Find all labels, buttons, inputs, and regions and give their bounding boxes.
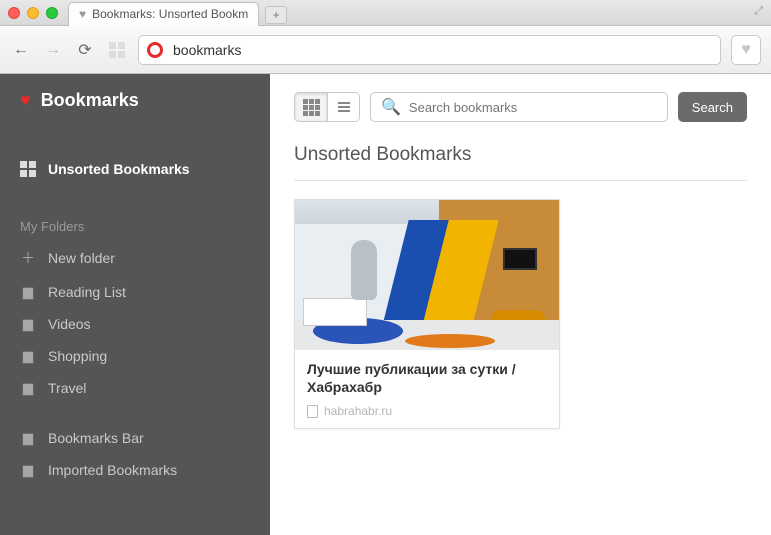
folder-icon: ▆: [20, 430, 36, 446]
folder-icon: ▆: [20, 348, 36, 364]
folder-icon: ▆: [20, 284, 36, 300]
page-title-text: Bookmarks: [41, 90, 139, 111]
grid-view-button[interactable]: [295, 93, 327, 121]
list-view-button[interactable]: [327, 93, 359, 121]
search-icon: 🔍: [381, 97, 401, 117]
bookmark-url: habrahabr.ru: [307, 404, 547, 418]
folder-icon: ▆: [20, 462, 36, 478]
sidebar-item-label: Shopping: [48, 348, 107, 364]
main-header: 🔍 Search: [294, 92, 747, 122]
opera-icon: [147, 42, 163, 58]
divider: [294, 180, 747, 181]
sidebar-item-label: Travel: [48, 380, 86, 396]
grid-icon: [109, 42, 125, 58]
folder-icon: ▆: [20, 380, 36, 396]
view-toggle: [294, 92, 360, 122]
bookmark-domain: habrahabr.ru: [324, 404, 392, 418]
sidebar-item-label: Unsorted Bookmarks: [48, 161, 190, 177]
tab-title: Bookmarks: Unsorted Bookm: [92, 7, 248, 21]
sidebar-item-label: New folder: [48, 250, 115, 266]
close-window-button[interactable]: [8, 7, 20, 19]
main-panel: 🔍 Search Unsorted Bookmarks: [270, 74, 771, 535]
content-heading: Unsorted Bookmarks: [294, 144, 747, 166]
list-icon: [338, 102, 350, 112]
sidebar-item-label: Videos: [48, 316, 91, 332]
bookmark-card[interactable]: Лучшие публикации за сутки / Хабрахабр h…: [294, 199, 560, 429]
sidebar-item-new-folder[interactable]: ＋ New folder: [0, 240, 270, 276]
sidebar-item-imported[interactable]: ▆ Imported Bookmarks: [0, 454, 270, 486]
search-field[interactable]: 🔍: [370, 92, 668, 122]
sidebar-item-folder[interactable]: ▆ Shopping: [0, 340, 270, 372]
new-tab-button[interactable]: +: [265, 6, 287, 24]
window-controls: [8, 7, 58, 19]
search-input[interactable]: [409, 100, 657, 115]
heart-icon: ♥: [79, 7, 86, 21]
sidebar-item-label: Imported Bookmarks: [48, 462, 177, 478]
bookmark-title: Лучшие публикации за сутки / Хабрахабр: [307, 360, 547, 396]
speed-dial-button[interactable]: [106, 39, 128, 61]
address-input[interactable]: [173, 42, 712, 58]
sidebar: ♥ Bookmarks Unsorted Bookmarks My Folder…: [0, 74, 270, 535]
tiles-icon: [20, 161, 36, 177]
sidebar-item-bookmarks-bar[interactable]: ▆ Bookmarks Bar: [0, 422, 270, 454]
bookmark-thumbnail: [295, 200, 559, 350]
grid-icon: [303, 99, 320, 116]
sidebar-heading-my-folders: My Folders: [0, 213, 270, 240]
window-titlebar: ♥ Bookmarks: Unsorted Bookm + ⤢: [0, 0, 771, 26]
fullscreen-icon[interactable]: ⤢: [754, 5, 763, 18]
back-button[interactable]: ←: [10, 39, 32, 61]
search-button[interactable]: Search: [678, 92, 747, 122]
browser-toolbar: ← → ⟳ ♥: [0, 26, 771, 74]
minimize-window-button[interactable]: [27, 7, 39, 19]
sidebar-item-folder[interactable]: ▆ Videos: [0, 308, 270, 340]
browser-tab[interactable]: ♥ Bookmarks: Unsorted Bookm: [68, 2, 259, 26]
sidebar-item-folder[interactable]: ▆ Reading List: [0, 276, 270, 308]
page-title: ♥ Bookmarks: [0, 90, 270, 125]
zoom-window-button[interactable]: [46, 7, 58, 19]
address-bar[interactable]: [138, 35, 721, 65]
plus-icon: ＋: [20, 248, 36, 268]
sidebar-item-label: Bookmarks Bar: [48, 430, 144, 446]
sidebar-item-label: Reading List: [48, 284, 126, 300]
reload-button[interactable]: ⟳: [74, 39, 96, 61]
sidebar-item-unsorted[interactable]: Unsorted Bookmarks: [0, 153, 270, 185]
page-icon: [307, 405, 318, 418]
heart-icon: ♥: [20, 90, 31, 111]
sidebar-item-folder[interactable]: ▆ Travel: [0, 372, 270, 404]
bookmark-heart-button[interactable]: ♥: [731, 35, 761, 65]
forward-button[interactable]: →: [42, 39, 64, 61]
folder-icon: ▆: [20, 316, 36, 332]
